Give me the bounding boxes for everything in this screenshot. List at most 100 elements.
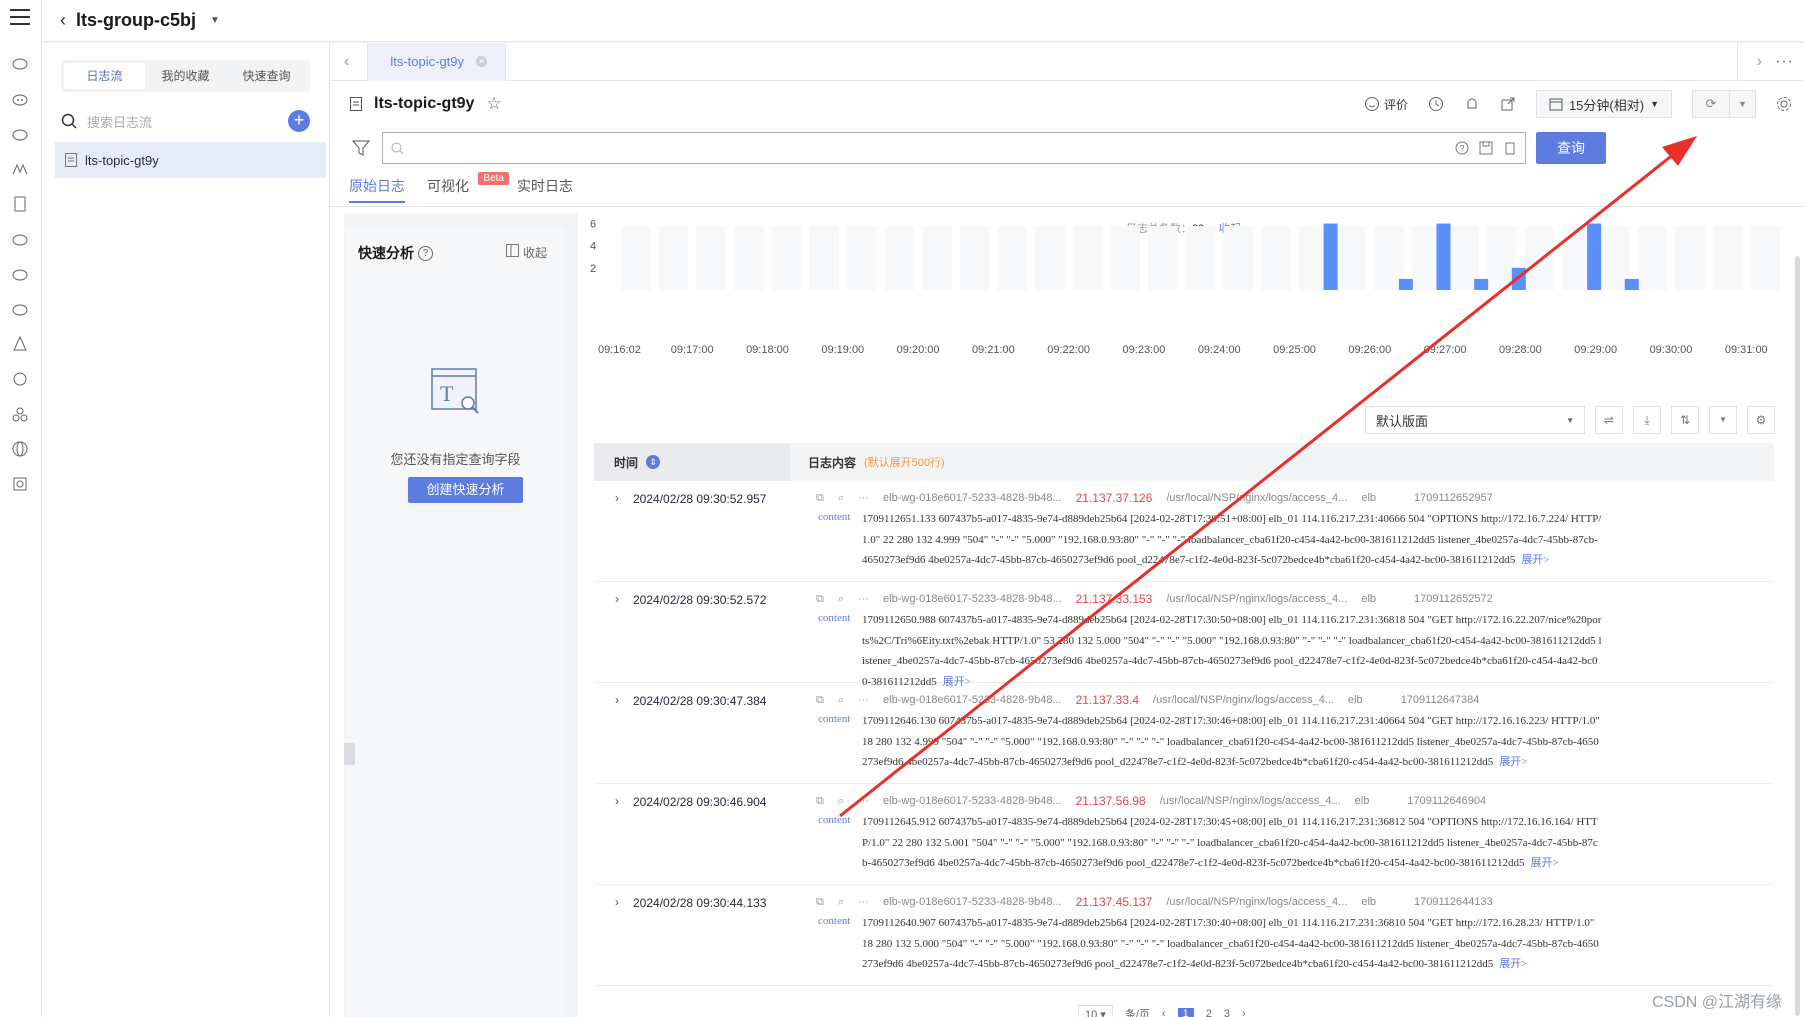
context-icon[interactable]: ⌕ [838, 492, 844, 505]
more-icon[interactable]: ··· [858, 896, 869, 908]
expand-link[interactable]: 展开> [1521, 554, 1549, 566]
share-icon[interactable] [1500, 96, 1516, 112]
expand-link[interactable]: 展开> [1499, 756, 1527, 768]
tab-lts-topic[interactable]: lts-topic-gt9y ✕ [367, 42, 507, 81]
cloud-sync-icon[interactable] [10, 299, 30, 319]
cluster-icon[interactable] [10, 404, 30, 424]
chevron-right-icon[interactable]: › [615, 794, 619, 808]
group-name[interactable]: lts-group-c5bj [76, 10, 196, 31]
more-icon[interactable]: ··· [858, 492, 869, 504]
more-icon[interactable]: ··· [858, 593, 869, 605]
cloud-upload-icon[interactable] [10, 264, 30, 284]
help-icon[interactable]: ? [418, 245, 433, 261]
tab-log-streams[interactable]: 日志流 [64, 63, 145, 89]
globe-icon[interactable] [10, 439, 30, 459]
histogram-bar[interactable] [1436, 223, 1451, 290]
cloud-service-icon[interactable] [10, 53, 30, 73]
chevron-right-icon[interactable]: › [615, 491, 619, 505]
close-icon[interactable]: ✕ [476, 56, 488, 67]
cloud-icon[interactable] [10, 229, 30, 249]
table-row[interactable]: › 2024/02/28 09:30:52.572 ⧉ ⌕ ··· elb-wg-018e… [594, 582, 1774, 688]
table-row[interactable]: › 2024/02/28 09:30:44.133 ⧉ ⌕ ··· elb-wg-018e… [594, 885, 1774, 986]
histogram-bar[interactable] [1398, 278, 1413, 290]
copy-icon[interactable]: ⧉ [816, 694, 824, 707]
expand-link[interactable]: 展开> [1530, 857, 1558, 869]
tab-favorites[interactable]: 我的收藏 [145, 63, 226, 89]
clear-icon[interactable] [1503, 141, 1517, 155]
rate-button[interactable]: 评价 [1364, 96, 1408, 113]
search-input[interactable]: 搜索日志流 [87, 112, 288, 131]
cloud-storage-icon[interactable] [10, 124, 30, 144]
table-row[interactable]: › 2024/02/28 09:30:52.957 ⧉ ⌕ ··· elb-wg-018e… [594, 481, 1774, 582]
copy-icon[interactable]: ⧉ [816, 492, 824, 505]
histogram-bar[interactable] [1474, 278, 1489, 290]
context-icon[interactable]: ⌕ [838, 896, 844, 909]
network-icon[interactable] [10, 334, 30, 354]
refresh-icon[interactable]: ⟳ [1693, 91, 1729, 117]
collapse-button[interactable]: 收起 [505, 244, 547, 261]
histogram-bar[interactable] [1587, 223, 1602, 290]
create-quick-analysis-button[interactable]: 创建快速分析 [408, 477, 523, 503]
chevron-left-icon[interactable]: ‹ [1162, 1008, 1166, 1017]
tab-quick-query[interactable]: 快速查询 [226, 63, 307, 89]
chevron-left-icon[interactable]: ‹ [344, 53, 349, 71]
copy-icon[interactable]: ⧉ [816, 896, 824, 909]
tab-visualization[interactable]: 可视化 Beta [427, 172, 509, 206]
sort-icon[interactable]: ⇕ [646, 455, 661, 469]
layout-select[interactable]: 默认版面 ▼ [1365, 406, 1585, 434]
histogram-bar[interactable] [1511, 267, 1526, 290]
monitor-icon[interactable] [10, 159, 30, 179]
histogram-bar[interactable] [1323, 223, 1338, 290]
query-button[interactable]: 查询 [1536, 132, 1606, 164]
histogram-bar[interactable] [1624, 278, 1639, 290]
bell-icon[interactable] [1464, 96, 1480, 112]
page-button-3[interactable]: 3 [1224, 1008, 1230, 1017]
download-icon[interactable]: ⤓ [1633, 406, 1661, 434]
chevron-right-icon[interactable]: › [615, 693, 619, 707]
context-icon[interactable]: ⌕ [838, 694, 844, 707]
more-icon[interactable]: ··· [858, 694, 869, 706]
wrap-icon[interactable]: ⇌ [1595, 406, 1623, 434]
star-icon[interactable]: ☆ [486, 94, 501, 114]
context-icon[interactable]: ⌕ [838, 795, 844, 808]
sidebar-item-stream[interactable]: lts-topic-gt9y [55, 142, 326, 178]
security-icon[interactable] [10, 474, 30, 494]
time-range-select[interactable]: 15分钟(相对) ▼ [1535, 90, 1672, 118]
filter-icon[interactable] [352, 140, 370, 156]
back-icon[interactable]: ‹ [60, 10, 66, 31]
chevron-down-icon[interactable]: ▼ [1729, 91, 1755, 117]
chevron-right-icon[interactable]: › [1757, 53, 1762, 71]
table-row[interactable]: › 2024/02/28 09:30:46.904 ⧉ ⌕ ··· elb-wg-018e… [594, 784, 1774, 885]
copy-icon[interactable]: ⧉ [816, 593, 824, 606]
page-size-select[interactable]: 10 ▾ [1078, 1005, 1113, 1017]
page-scrollbar[interactable] [1795, 256, 1800, 1016]
time-column-header[interactable]: 时间 ⇕ [594, 443, 790, 481]
group-dropdown-icon[interactable]: ▼ [210, 15, 220, 26]
chevron-down-icon[interactable]: ▼ [1709, 406, 1737, 434]
cloud-dots-icon[interactable] [10, 89, 30, 109]
page-button-2[interactable]: 2 [1206, 1008, 1212, 1017]
document-icon[interactable] [10, 194, 30, 214]
gear-icon[interactable]: ⚙ [1747, 406, 1775, 434]
sort-icon[interactable]: ⇅ [1671, 406, 1699, 434]
gear-icon[interactable] [1776, 96, 1792, 112]
history-icon[interactable] [1428, 96, 1444, 112]
copy-icon[interactable]: ⧉ [816, 795, 824, 808]
context-icon[interactable]: ⌕ [838, 593, 844, 606]
more-icon[interactable]: ··· [1775, 53, 1794, 71]
expand-link[interactable]: 展开> [1499, 958, 1527, 970]
help-icon[interactable]: ? [1455, 141, 1469, 155]
panel-splitter[interactable] [344, 743, 355, 765]
table-row[interactable]: › 2024/02/28 09:30:47.384 ⧉ ⌕ ··· elb-wg-018e… [594, 683, 1774, 784]
save-icon[interactable] [1479, 141, 1493, 155]
query-input[interactable]: ? [382, 132, 1526, 164]
tab-raw-logs[interactable]: 原始日志 [349, 176, 405, 203]
more-icon[interactable]: ··· [858, 795, 869, 807]
chevron-right-icon[interactable]: › [615, 895, 619, 909]
page-button-1[interactable]: 1 [1177, 1008, 1194, 1017]
chevron-right-icon[interactable]: › [615, 592, 619, 606]
menu-icon[interactable] [10, 9, 30, 27]
tab-realtime-logs[interactable]: 实时日志 [517, 176, 573, 206]
add-stream-button[interactable]: + [288, 110, 310, 132]
database-icon[interactable] [10, 369, 30, 389]
